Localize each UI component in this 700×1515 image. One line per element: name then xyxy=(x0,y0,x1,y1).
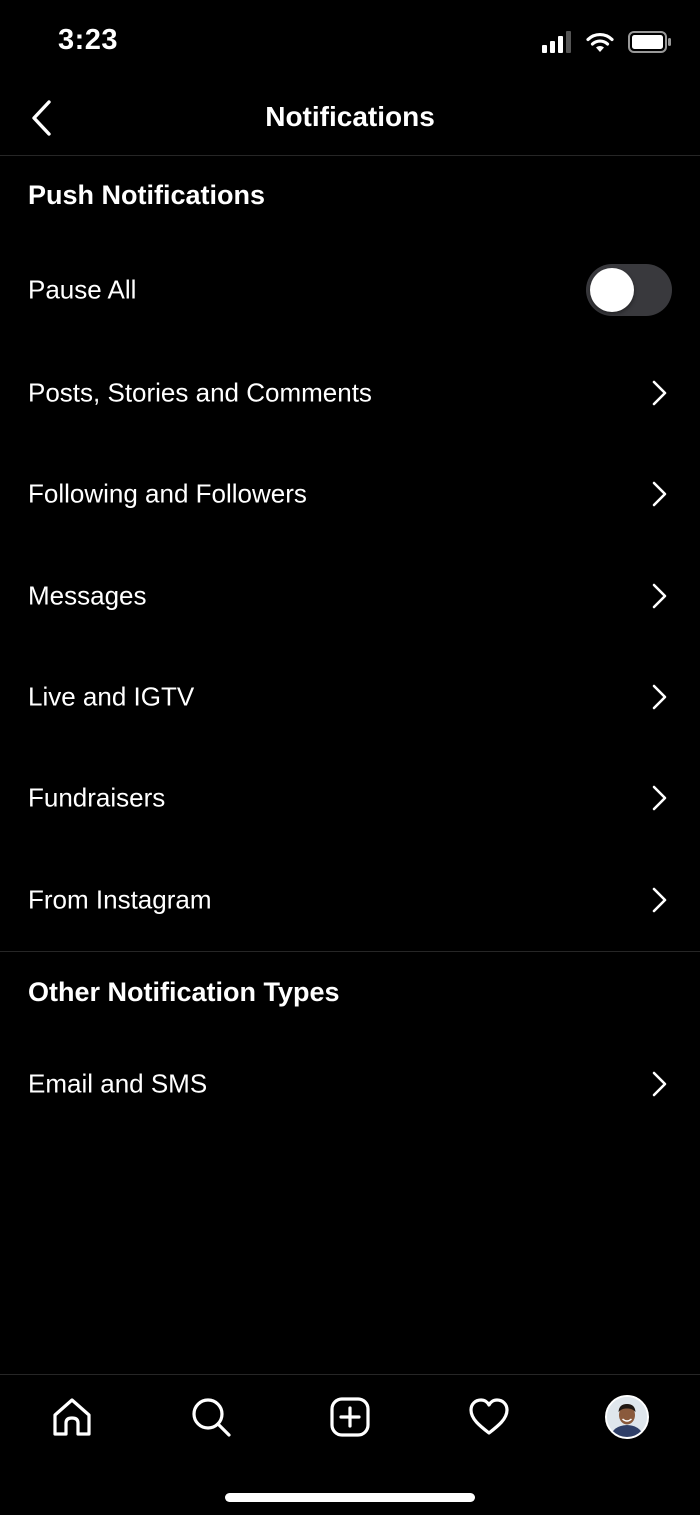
chevron-right-icon xyxy=(652,785,667,811)
status-time: 3:23 xyxy=(58,24,119,56)
chevron-right-icon xyxy=(652,684,667,710)
toggle-knob xyxy=(590,268,634,312)
settings-row-from-instagram[interactable]: From Instagram xyxy=(0,855,700,945)
settings-row-fundraisers[interactable]: Fundraisers xyxy=(0,753,700,843)
status-bar: 3:23 xyxy=(0,0,700,84)
row-label: Live and IGTV xyxy=(28,681,195,712)
settings-row-posts-stories-comments[interactable]: Posts, Stories and Comments xyxy=(0,348,700,438)
page-title: Notifications xyxy=(265,101,435,132)
tab-activity[interactable] xyxy=(465,1393,513,1441)
row-label: From Instagram xyxy=(28,884,212,915)
chevron-right-icon xyxy=(652,887,667,913)
tab-search[interactable] xyxy=(187,1393,235,1441)
pause-all-row: Pause All xyxy=(0,245,700,335)
chevron-right-icon xyxy=(652,583,667,609)
pause-all-toggle[interactable] xyxy=(586,264,672,316)
search-icon xyxy=(192,1398,231,1437)
status-icons xyxy=(542,28,672,56)
heart-icon xyxy=(469,1398,509,1435)
wifi-icon xyxy=(586,32,614,52)
settings-row-email-sms[interactable]: Email and SMS xyxy=(0,1039,700,1129)
home-icon xyxy=(53,1398,91,1436)
chevron-right-icon xyxy=(652,380,667,406)
profile-avatar xyxy=(605,1395,649,1439)
row-label: Following and Followers xyxy=(28,478,307,509)
avatar-image xyxy=(607,1397,647,1437)
tab-home[interactable] xyxy=(48,1393,96,1441)
home-indicator xyxy=(225,1493,475,1502)
section-title-other: Other Notification Types xyxy=(28,977,340,1007)
row-label: Posts, Stories and Comments xyxy=(28,377,372,408)
tab-profile[interactable] xyxy=(603,1393,651,1441)
row-label: Messages xyxy=(28,580,147,611)
pause-all-label: Pause All xyxy=(28,274,137,305)
settings-row-messages[interactable]: Messages xyxy=(0,551,700,641)
add-post-icon xyxy=(330,1397,370,1437)
settings-row-live-igtv[interactable]: Live and IGTV xyxy=(0,652,700,742)
row-label: Fundraisers xyxy=(28,782,166,813)
chevron-right-icon xyxy=(652,481,667,507)
row-label: Email and SMS xyxy=(28,1068,208,1099)
battery-icon xyxy=(628,31,671,53)
cellular-signal-icon xyxy=(542,31,571,53)
chevron-right-icon xyxy=(652,1071,667,1097)
settings-row-following-followers[interactable]: Following and Followers xyxy=(0,449,700,539)
section-title-push: Push Notifications xyxy=(28,180,266,210)
nav-header: Notifications xyxy=(0,84,700,156)
section-divider xyxy=(0,951,700,952)
tab-new-post[interactable] xyxy=(326,1393,374,1441)
